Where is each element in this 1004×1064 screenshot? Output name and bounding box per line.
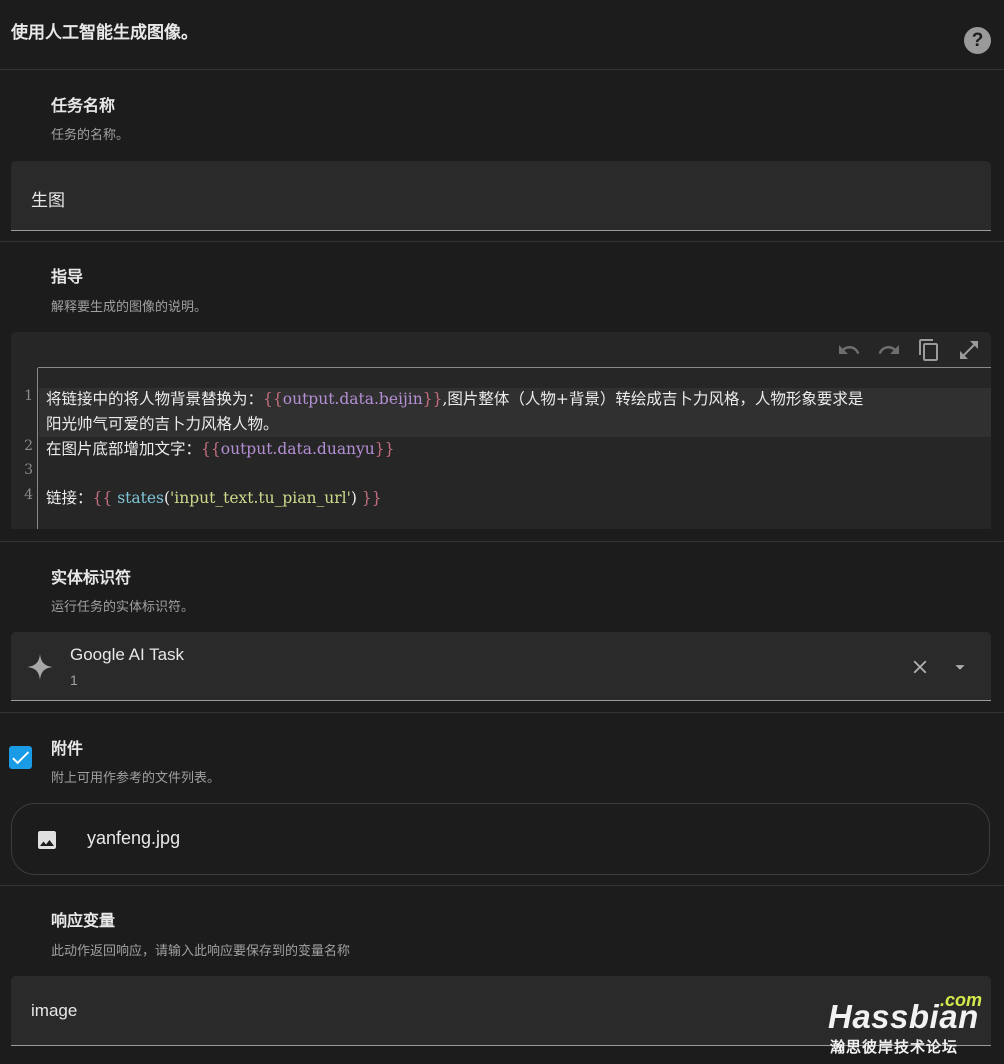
entity-description: 运行任务的实体标识符。 bbox=[51, 600, 195, 615]
task-name-field[interactable]: 生图 bbox=[11, 161, 991, 231]
instructions-label: 指导 bbox=[51, 267, 84, 286]
code-line-1-wrap[interactable]: 阳光帅气可爱的吉卜力风格人物。 bbox=[46, 412, 279, 436]
instructions-code-editor[interactable]: 1 2 3 4 将链接中的将人物背景替换为：{{output.data.beij… bbox=[11, 332, 991, 529]
line-number: 3 bbox=[24, 462, 33, 478]
attachments-checkbox[interactable] bbox=[9, 746, 32, 769]
task-name-value[interactable]: 生图 bbox=[31, 186, 65, 211]
redo-icon[interactable] bbox=[877, 338, 901, 362]
code-line-4[interactable]: 链接：{{ states('input_text.tu_pian_url') }… bbox=[46, 486, 382, 510]
undo-icon[interactable] bbox=[837, 338, 861, 362]
sparkle-icon bbox=[26, 653, 54, 681]
section-divider bbox=[0, 541, 1004, 542]
attachment-file-name: yanfeng.jpg bbox=[87, 828, 181, 848]
task-name-label: 任务名称 bbox=[51, 96, 116, 115]
fullscreen-icon[interactable] bbox=[957, 338, 981, 362]
entity-picker[interactable]: Google AI Task 1 bbox=[11, 632, 991, 701]
section-divider bbox=[0, 885, 1004, 886]
chevron-down-icon[interactable] bbox=[949, 656, 971, 678]
section-divider bbox=[0, 712, 1004, 713]
editor-gutter: 1 2 3 4 bbox=[11, 368, 38, 529]
entity-label: 实体标识符 bbox=[51, 568, 132, 587]
clear-icon[interactable] bbox=[909, 656, 931, 678]
hassbian-watermark: .com Hassbian 瀚思彼岸技术论坛 bbox=[826, 990, 996, 1056]
response-variable-value[interactable]: image bbox=[31, 1001, 77, 1021]
copy-icon[interactable] bbox=[917, 338, 941, 362]
section-divider bbox=[0, 241, 1004, 242]
response-variable-description: 此动作返回响应，请输入此响应要保存到的变量名称 bbox=[51, 944, 351, 959]
watermark-brand: Hassbian bbox=[828, 998, 979, 1035]
line-number: 4 bbox=[24, 487, 33, 503]
code-line-1[interactable]: 将链接中的将人物背景替换为：{{output.data.beijin}},图片整… bbox=[46, 387, 863, 411]
dialog-header: 使用人工智能生成图像。 ? bbox=[0, 0, 1004, 70]
response-variable-label: 响应变量 bbox=[51, 911, 116, 930]
watermark-subtitle: 瀚思彼岸技术论坛 bbox=[830, 1038, 959, 1056]
code-line-2[interactable]: 在图片底部增加文字：{{output.data.duanyu}} bbox=[46, 437, 395, 461]
entity-name: Google AI Task bbox=[70, 645, 185, 664]
line-number: 2 bbox=[24, 438, 33, 454]
attachments-description: 附上可用作参考的文件列表。 bbox=[51, 771, 221, 786]
entity-secondary-text: 1 bbox=[70, 672, 78, 688]
check-icon bbox=[12, 751, 30, 765]
dialog-title: 使用人工智能生成图像。 bbox=[11, 23, 198, 43]
attachment-file-item[interactable]: yanfeng.jpg bbox=[11, 803, 990, 875]
attachments-label: 附件 bbox=[51, 739, 84, 758]
image-icon bbox=[35, 828, 59, 852]
editor-content-border bbox=[38, 367, 991, 368]
line-number: 1 bbox=[24, 388, 33, 404]
help-circle-icon[interactable]: ? bbox=[964, 27, 991, 54]
instructions-description: 解释要生成的图像的说明。 bbox=[51, 300, 208, 315]
task-name-description: 任务的名称。 bbox=[51, 128, 130, 143]
editor-toolbar bbox=[821, 332, 991, 368]
